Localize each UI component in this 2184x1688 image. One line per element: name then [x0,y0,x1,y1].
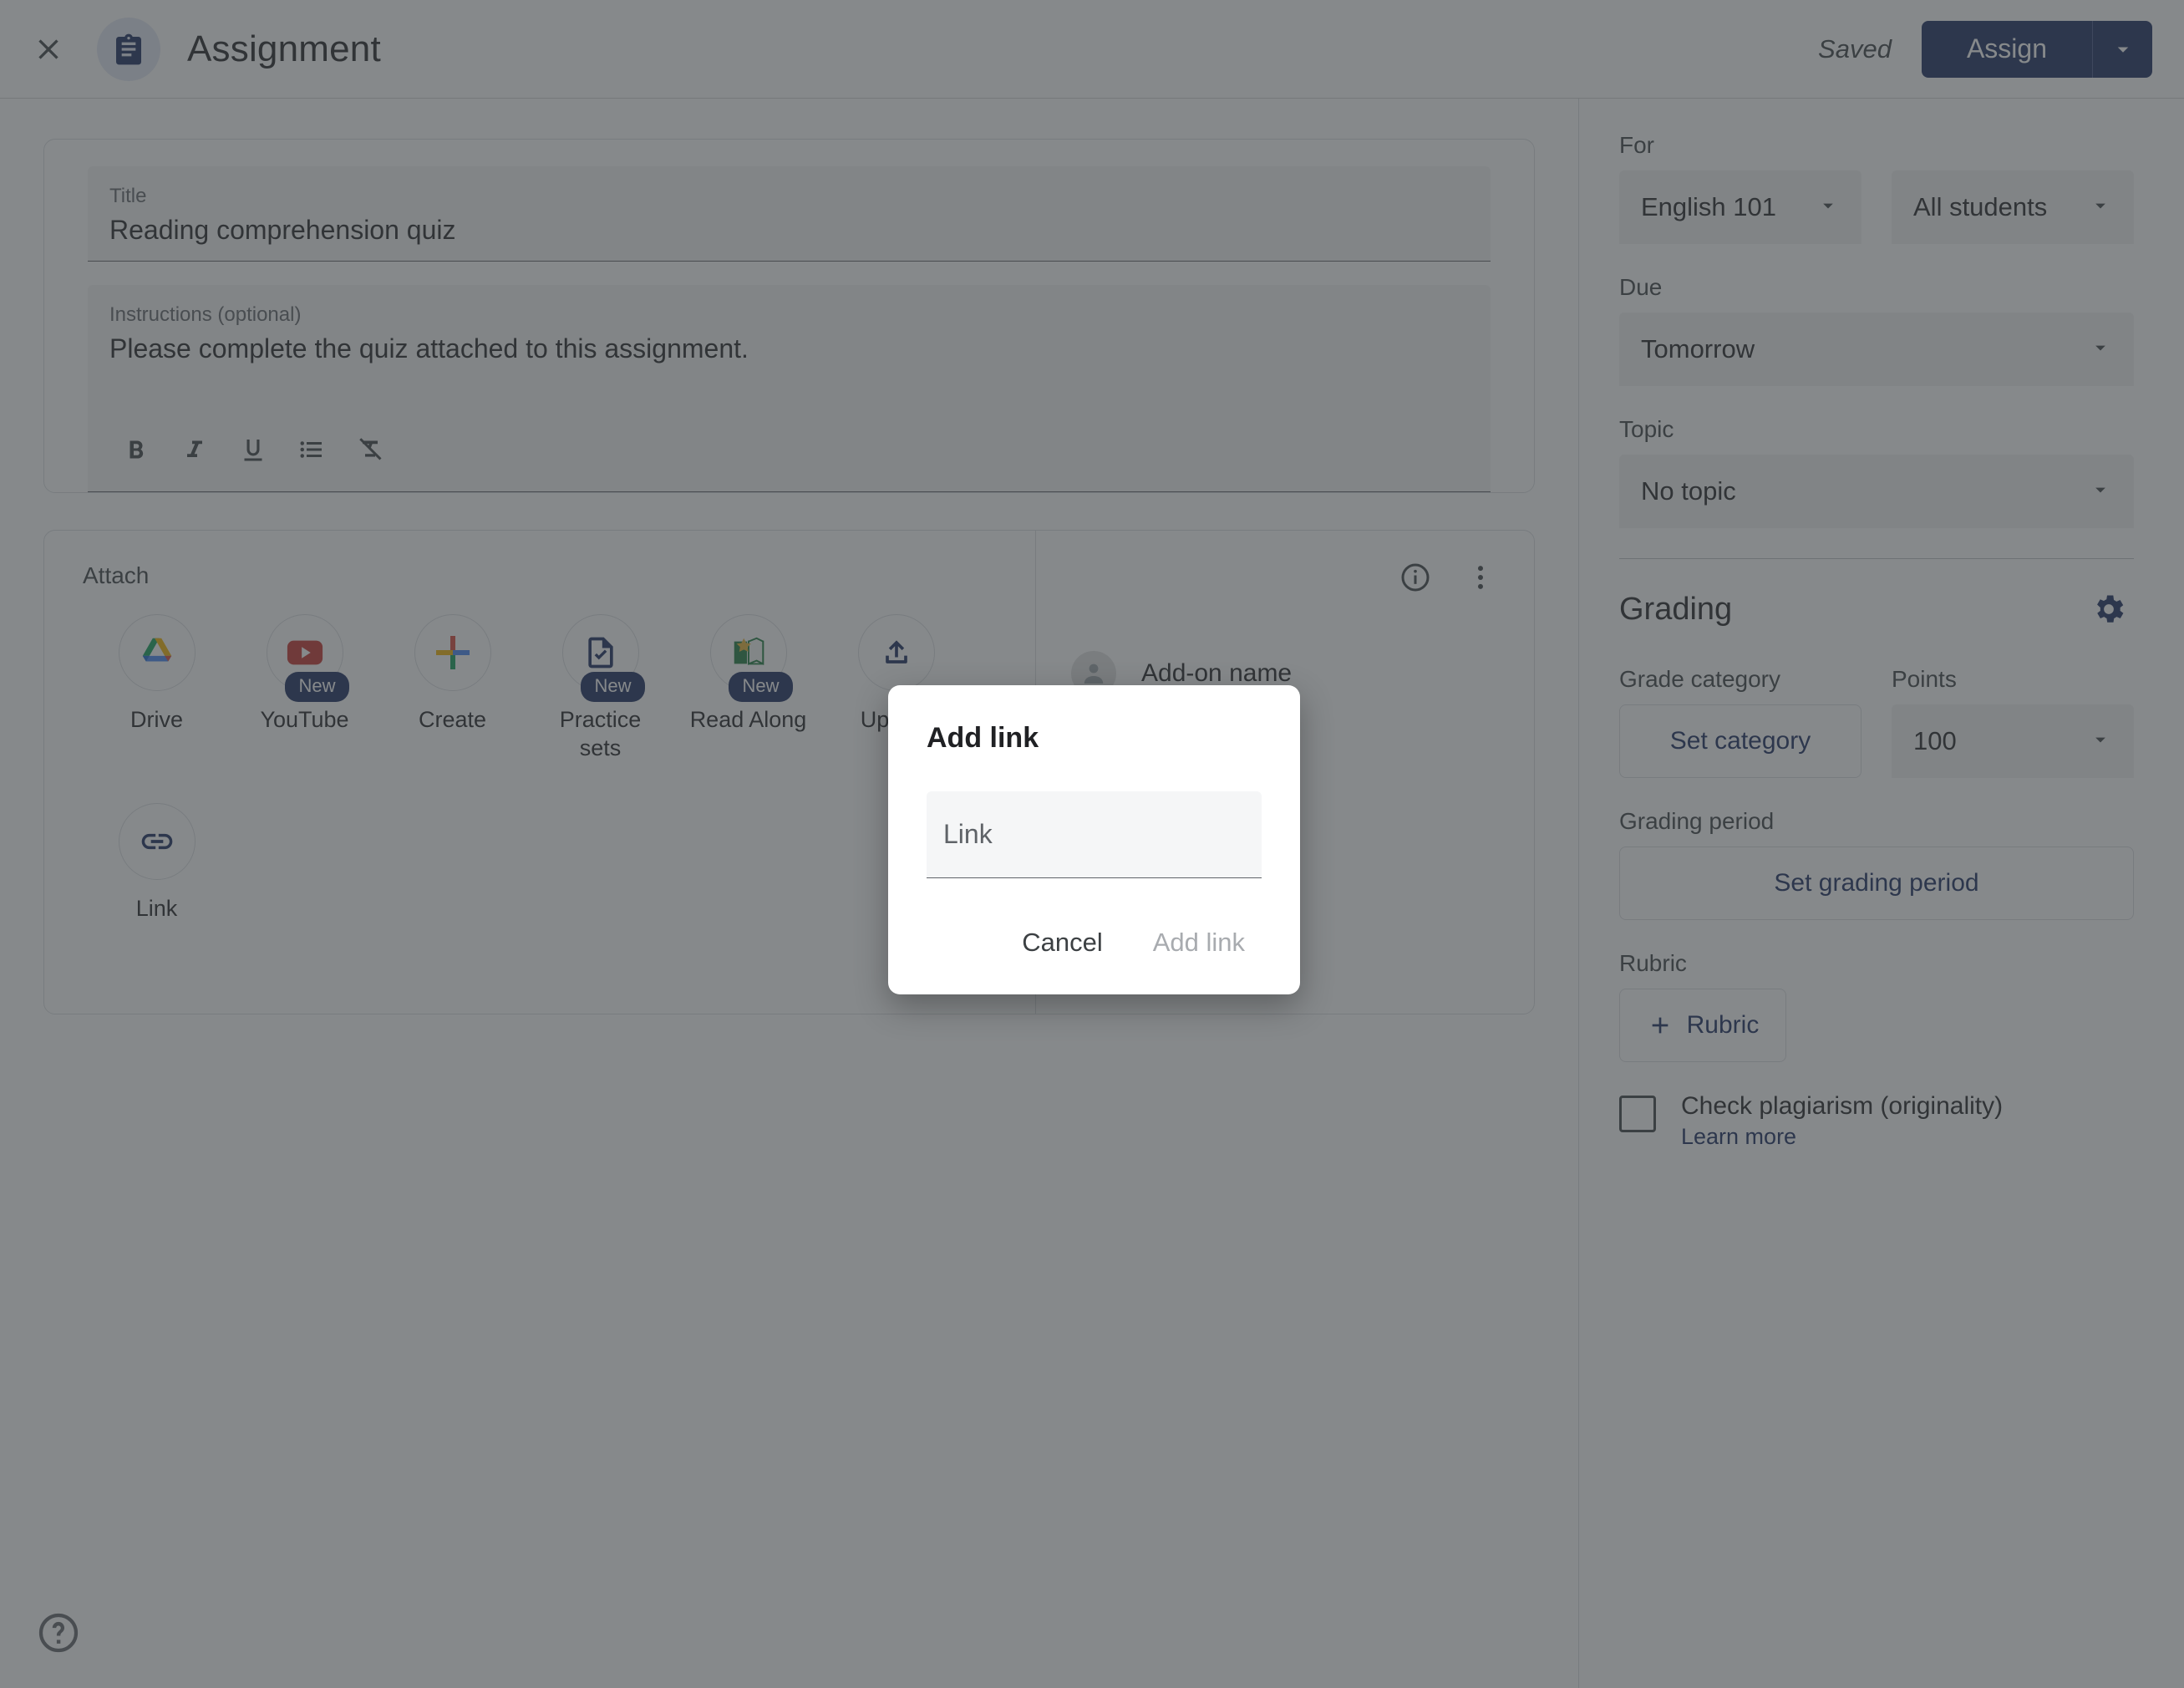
cancel-button[interactable]: Cancel [1005,916,1120,969]
add-link-dialog: Add link Link Cancel Add link [888,685,1300,994]
link-input[interactable]: Link [927,791,1262,878]
link-input-placeholder: Link [943,819,993,849]
dialog-title: Add link [927,722,1039,754]
dialog-actions: Cancel Add link [927,916,1262,969]
add-link-submit-button: Add link [1136,916,1262,969]
